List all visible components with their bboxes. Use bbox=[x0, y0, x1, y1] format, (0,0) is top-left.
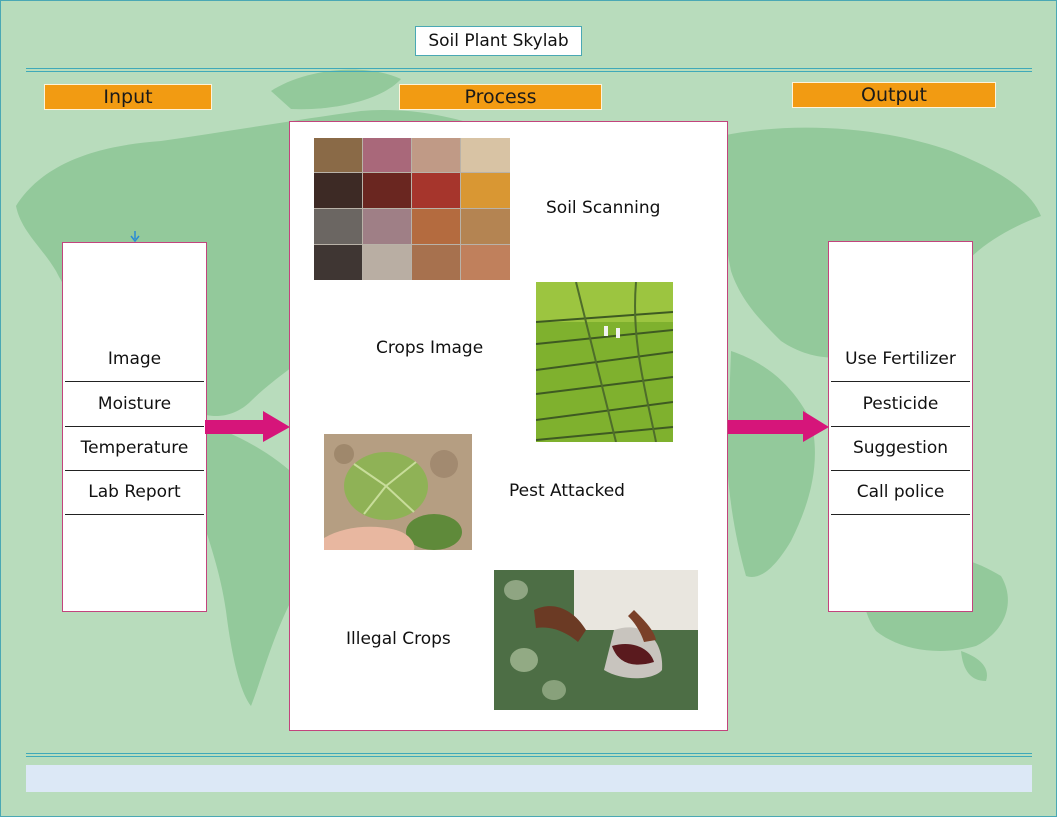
process-item-pest-attacked: Pest Attacked bbox=[509, 481, 625, 501]
output-header: Output bbox=[792, 82, 996, 108]
bottom-rule bbox=[26, 753, 1032, 757]
diagram-canvas: Soil Plant Skylab Input Process Output I… bbox=[0, 0, 1057, 817]
illegal-crops-photo bbox=[494, 570, 698, 710]
output-item: Call police bbox=[831, 470, 970, 515]
input-item: Lab Report bbox=[65, 470, 204, 515]
top-rule bbox=[26, 68, 1032, 72]
rice-field-photo bbox=[536, 282, 673, 442]
output-panel: Use Fertilizer Pesticide Suggestion Call… bbox=[828, 241, 973, 612]
pest-leaf-photo bbox=[324, 434, 472, 550]
process-header: Process bbox=[399, 84, 602, 110]
input-header: Input bbox=[44, 84, 212, 110]
output-item: Use Fertilizer bbox=[831, 337, 970, 382]
input-item: Image bbox=[65, 337, 204, 382]
output-item: Suggestion bbox=[831, 426, 970, 471]
process-panel: Soil Scanning Crops Image Pest Attacked bbox=[289, 121, 728, 731]
input-panel: Image Moisture Temperature Lab Report bbox=[62, 242, 207, 612]
diagram-title: Soil Plant Skylab bbox=[415, 26, 582, 56]
output-item: Pesticide bbox=[831, 382, 970, 427]
input-to-process-arrow-icon bbox=[205, 411, 290, 442]
process-item-crops-image: Crops Image bbox=[376, 338, 484, 358]
process-to-output-arrow-icon bbox=[727, 411, 829, 442]
footer-bar bbox=[26, 765, 1032, 792]
input-item: Temperature bbox=[65, 426, 204, 471]
input-item: Moisture bbox=[65, 382, 204, 427]
soil-samples-photo bbox=[314, 138, 510, 280]
process-item-soil-scanning: Soil Scanning bbox=[546, 198, 661, 218]
process-item-illegal-crops: Illegal Crops bbox=[346, 629, 451, 649]
